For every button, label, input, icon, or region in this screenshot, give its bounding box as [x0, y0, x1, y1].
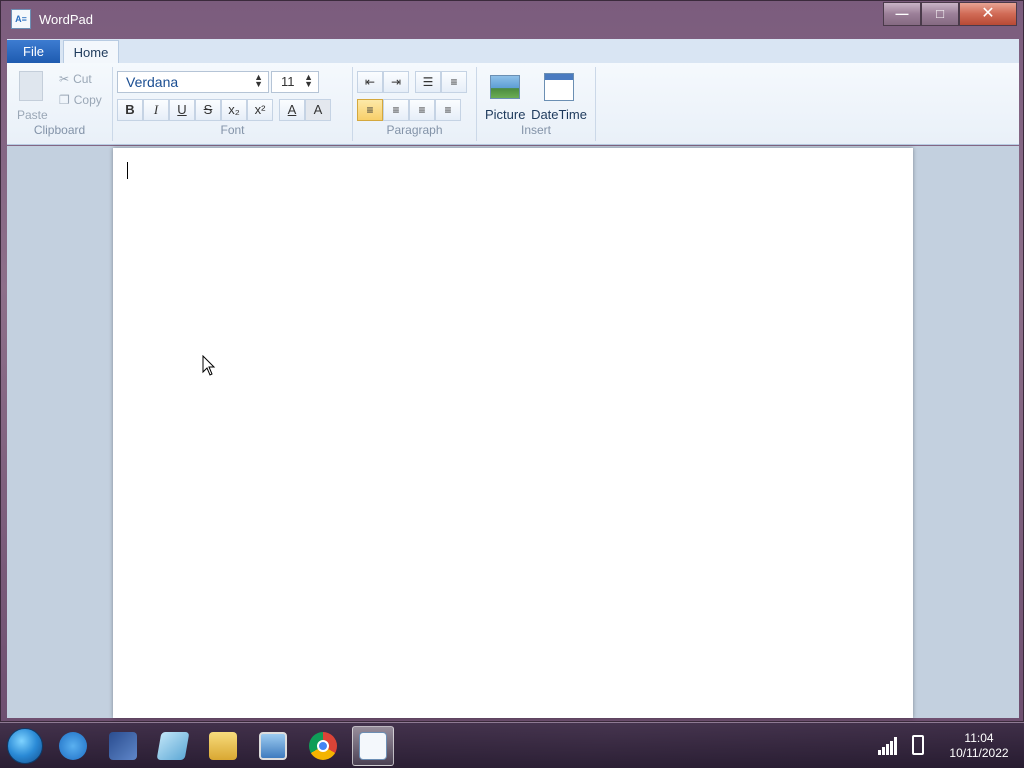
taskbar: 11:04 10/11/2022 — [0, 722, 1024, 768]
clipboard-group-label: Clipboard — [33, 123, 86, 137]
align-left-button[interactable]: ≡ — [357, 99, 383, 121]
chrome-icon — [309, 732, 337, 760]
taskbar-remote-desktop[interactable] — [252, 726, 294, 766]
window-title: WordPad — [39, 12, 93, 27]
mouse-pointer-icon — [202, 355, 216, 376]
paragraph-row-2: ≡ ≡ ≡ ≡ — [357, 99, 461, 121]
numbering-button[interactable]: ≡ — [441, 71, 467, 93]
taskbar-wordpad[interactable] — [352, 726, 394, 766]
subscript-button[interactable]: x₂ — [221, 99, 247, 121]
font-family-spin-icon: ▲ ▼ — [254, 72, 263, 89]
underline-button[interactable]: U — [169, 99, 195, 121]
justify-button[interactable]: ≡ — [435, 99, 461, 121]
align-right-button[interactable]: ≡ — [409, 99, 435, 121]
remote-desktop-icon — [259, 732, 287, 760]
start-button[interactable] — [4, 726, 46, 766]
paragraph-group-label: Paragraph — [386, 123, 443, 137]
tab-file[interactable]: File — [7, 40, 60, 63]
copy-icon: ❐ — [59, 93, 70, 107]
clock[interactable]: 11:04 10/11/2022 — [942, 731, 1016, 761]
taskbar-ie[interactable] — [52, 726, 94, 766]
italic-button[interactable]: I — [143, 99, 169, 121]
insert-group: Picture DateTime Insert — [477, 67, 596, 141]
insert-picture-label: Picture — [485, 107, 526, 122]
shortcut-app-icon — [109, 732, 137, 760]
picture-icon — [490, 75, 520, 99]
ribbon-tabs: File Home — [7, 39, 1019, 63]
highlight-color-button[interactable]: A — [305, 99, 331, 121]
taskbar-chrome[interactable] — [302, 726, 344, 766]
text-caret — [127, 162, 128, 179]
document-page[interactable] — [113, 148, 913, 718]
superscript-button[interactable]: x² — [247, 99, 273, 121]
paste-button[interactable]: Paste — [17, 108, 48, 122]
insert-datetime-label: DateTime — [531, 107, 587, 122]
strikethrough-button[interactable]: S — [195, 99, 221, 121]
font-format-buttons: B I U S x₂ x² A A — [117, 99, 331, 121]
clock-date: 10/11/2022 — [949, 746, 1009, 760]
paragraph-group: ⇤ ⇥ ☰ ≡ ≡ ≡ ≡ ≡ Paragraph — [353, 67, 477, 141]
text-color-button[interactable]: A — [279, 99, 305, 121]
calendar-icon — [544, 73, 574, 101]
file-explorer-icon — [209, 732, 237, 760]
minimize-button[interactable]: — — [883, 2, 921, 26]
increase-indent-button[interactable]: ⇥ — [383, 71, 409, 93]
taskbar-explorer[interactable] — [202, 726, 244, 766]
ribbon: Paste ✂ Cut ❐ Copy Clipboard Verdana ▲ ▼ 11… — [7, 63, 1019, 145]
copy-button[interactable]: ❐ Copy — [59, 93, 102, 107]
insert-datetime-button[interactable]: DateTime — [529, 71, 589, 122]
internet-explorer-icon — [59, 732, 87, 760]
font-size-spin-icon: ▲ ▼ — [304, 72, 313, 89]
font-size-select[interactable]: 11 ▲ ▼ — [271, 71, 319, 93]
wordpad-window: A≡ WordPad — □ ✕ File Home Paste ✂ Cut ❐ C… — [0, 0, 1024, 722]
maximize-button[interactable]: □ — [921, 2, 959, 26]
taskbar-notepad[interactable] — [152, 726, 194, 766]
cut-button[interactable]: ✂ Cut — [59, 72, 92, 86]
clipboard-group: Paste ✂ Cut ❐ Copy Clipboard — [7, 67, 113, 141]
font-family-select[interactable]: Verdana ▲ ▼ — [117, 71, 269, 93]
align-center-button[interactable]: ≡ — [383, 99, 409, 121]
decrease-indent-button[interactable]: ⇤ — [357, 71, 383, 93]
notepad-icon — [156, 732, 190, 760]
close-button[interactable]: ✕ — [959, 2, 1017, 26]
bold-button[interactable]: B — [117, 99, 143, 121]
scissors-icon: ✂ — [59, 72, 70, 86]
wordpad-icon[interactable]: A≡ — [11, 9, 31, 29]
taskbar-shortcut[interactable] — [102, 726, 144, 766]
tab-home[interactable]: Home — [63, 40, 119, 63]
network-signal-icon[interactable] — [878, 737, 898, 755]
paragraph-row-1: ⇤ ⇥ ☰ ≡ — [357, 71, 467, 93]
bullets-button[interactable]: ☰ — [415, 71, 441, 93]
system-tray: 11:04 10/11/2022 — [876, 729, 1016, 763]
wordpad-taskbar-icon — [359, 732, 387, 760]
window-controls: — □ ✕ — [883, 2, 1017, 26]
insert-picture-button[interactable]: Picture — [485, 71, 525, 122]
document-workspace — [7, 146, 1019, 718]
title-bar[interactable]: A≡ WordPad — □ ✕ — [1, 1, 1023, 37]
font-group: Verdana ▲ ▼ 11 ▲ ▼ B I U S x₂ x² A A Font — [113, 67, 353, 141]
start-button-icon — [7, 728, 43, 764]
font-group-label: Font — [220, 123, 245, 137]
insert-group-label: Insert — [520, 123, 551, 137]
paste-icon[interactable] — [19, 71, 43, 101]
battery-icon[interactable] — [912, 735, 924, 755]
clock-time: 11:04 — [964, 731, 994, 745]
